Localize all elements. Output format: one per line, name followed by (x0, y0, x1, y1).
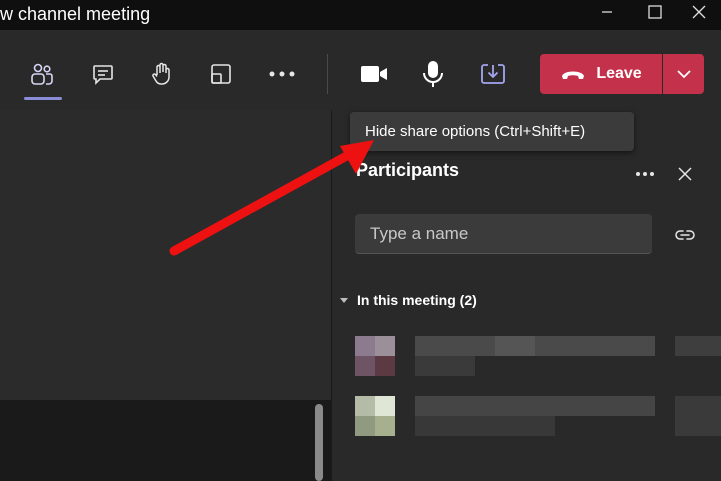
stage-bottom-area (0, 400, 331, 481)
show-participants-button[interactable] (22, 54, 62, 94)
avatar (375, 416, 395, 436)
share-invite-link-button[interactable] (670, 222, 700, 248)
share-tray-icon (481, 64, 505, 84)
minimize-button[interactable] (584, 0, 630, 24)
panel-more-button[interactable] (630, 162, 660, 186)
title-bar: w channel meeting (0, 0, 721, 30)
camera-icon (361, 66, 387, 82)
participant-row[interactable] (355, 336, 721, 376)
mic-icon (423, 61, 443, 87)
participant-status-obscured (415, 416, 555, 436)
minimize-icon (602, 11, 612, 13)
show-conversation-button[interactable] (83, 54, 123, 94)
people-icon (31, 63, 53, 85)
participant-action-obscured (675, 396, 721, 436)
meeting-toolbar: Leave (0, 30, 721, 110)
window-title: w channel meeting (0, 4, 151, 24)
avatar (375, 396, 395, 416)
avatar (355, 416, 375, 436)
section-label: In this meeting (2) (357, 292, 477, 308)
participant-name-obscured (415, 336, 655, 356)
more-icon (269, 71, 295, 77)
participant-status-obscured (415, 356, 475, 376)
meeting-stage (0, 110, 331, 400)
close-icon (678, 167, 692, 181)
avatar (355, 356, 375, 376)
active-tab-indicator (24, 97, 62, 100)
camera-button[interactable] (354, 54, 394, 94)
participant-row[interactable] (355, 396, 721, 436)
participant-name-obscured (415, 396, 655, 416)
avatar (375, 356, 395, 376)
leave-label: Leave (596, 65, 642, 82)
leave-button[interactable]: Leave (540, 54, 662, 94)
leave-options-button[interactable] (663, 54, 704, 94)
in-meeting-section-header[interactable]: In this meeting (2) (340, 292, 477, 308)
panel-close-button[interactable] (670, 160, 700, 188)
raise-hand-button[interactable] (142, 54, 182, 94)
participant-action-obscured (675, 336, 721, 356)
maximize-icon (648, 5, 662, 19)
breakout-rooms-button[interactable] (201, 54, 241, 94)
avatar (355, 336, 375, 356)
more-actions-button[interactable] (262, 54, 302, 94)
share-tooltip: Hide share options (Ctrl+Shift+E) (350, 112, 634, 151)
participant-search-input[interactable] (355, 214, 652, 254)
maximize-button[interactable] (632, 0, 678, 24)
rooms-icon (211, 64, 231, 84)
phone-hangup-icon (562, 71, 585, 79)
link-icon (675, 230, 695, 240)
share-tray-button[interactable] (473, 54, 513, 94)
toolbar-divider (327, 54, 328, 94)
avatar (355, 396, 375, 416)
close-icon (692, 5, 706, 19)
mic-button[interactable] (413, 54, 453, 94)
collapse-triangle-icon (340, 297, 348, 303)
participant-name-obscured (495, 336, 535, 356)
panel-title: Participants (356, 160, 460, 180)
chevron-down-icon (676, 70, 691, 79)
more-icon (636, 172, 654, 176)
stage-scrollbar[interactable] (315, 404, 323, 481)
avatar (375, 336, 395, 356)
raise-hand-icon (152, 62, 170, 85)
close-window-button[interactable] (676, 0, 721, 24)
chat-icon (93, 65, 113, 85)
